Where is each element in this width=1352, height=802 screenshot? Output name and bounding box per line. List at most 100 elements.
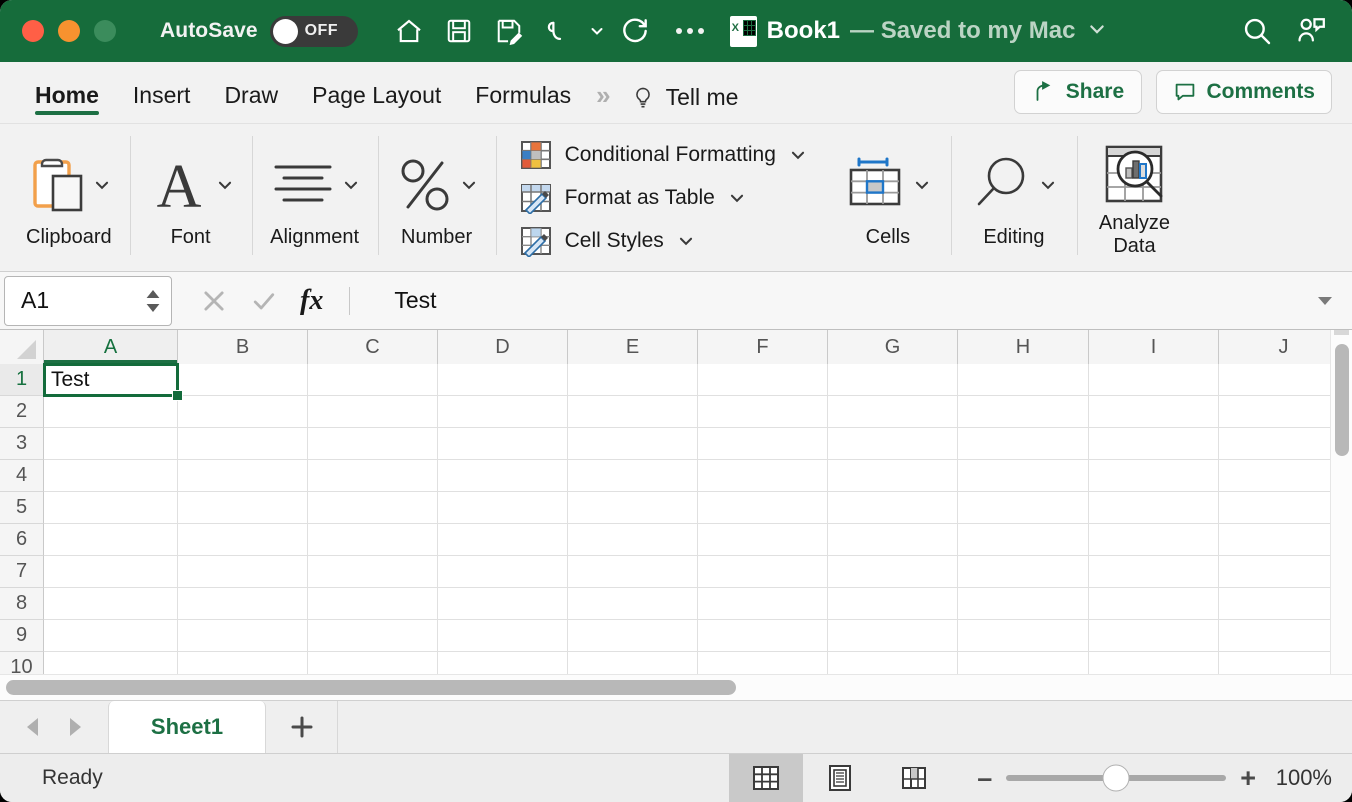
row-header-1[interactable]: 1	[0, 364, 44, 396]
cancel-x-icon[interactable]	[200, 287, 228, 315]
column-header-b[interactable]: B	[178, 330, 308, 364]
page-layout-view-button[interactable]	[803, 754, 877, 802]
cell-C8[interactable]	[308, 588, 438, 620]
cell-C5[interactable]	[308, 492, 438, 524]
cell-C10[interactable]	[308, 652, 438, 674]
cell-styles-button[interactable]: Cell Styles	[520, 224, 807, 258]
cell-D6[interactable]	[438, 524, 568, 556]
cell-I10[interactable]	[1089, 652, 1219, 674]
zoom-slider[interactable]	[1006, 775, 1226, 781]
cell-I3[interactable]	[1089, 428, 1219, 460]
cell-D4[interactable]	[438, 460, 568, 492]
cell-I4[interactable]	[1089, 460, 1219, 492]
ribbon-group-alignment[interactable]: Alignment	[252, 124, 378, 271]
search-icon[interactable]	[1234, 8, 1280, 54]
cell-I6[interactable]	[1089, 524, 1219, 556]
title-chevron-down-icon[interactable]	[1087, 19, 1107, 44]
grid-viewport[interactable]: ABCDEFGHIJ 12345678910 Test	[0, 330, 1330, 674]
tell-me-button[interactable]: Tell me	[616, 84, 749, 123]
comments-button[interactable]: Comments	[1156, 70, 1332, 114]
zoom-slider-knob[interactable]	[1103, 765, 1130, 792]
cell-H7[interactable]	[958, 556, 1089, 588]
cell-C4[interactable]	[308, 460, 438, 492]
cell-G1[interactable]	[828, 364, 958, 396]
tab-formulas[interactable]: Formulas	[458, 82, 588, 123]
cell-G6[interactable]	[828, 524, 958, 556]
cell-F3[interactable]	[698, 428, 828, 460]
column-header-a[interactable]: A	[44, 330, 178, 364]
cell-F10[interactable]	[698, 652, 828, 674]
cell-E9[interactable]	[568, 620, 698, 652]
column-header-i[interactable]: I	[1089, 330, 1219, 364]
cell-D7[interactable]	[438, 556, 568, 588]
horizontal-scrollbar-thumb[interactable]	[6, 680, 736, 695]
row-header-2[interactable]: 2	[0, 396, 44, 428]
cell-F8[interactable]	[698, 588, 828, 620]
cell-H3[interactable]	[958, 428, 1089, 460]
column-header-j[interactable]: J	[1219, 330, 1330, 364]
ribbon-group-analyze-data[interactable]: Analyze Data	[1077, 124, 1192, 271]
cell-A4[interactable]	[44, 460, 178, 492]
cell-A7[interactable]	[44, 556, 178, 588]
cell-G9[interactable]	[828, 620, 958, 652]
cell-D2[interactable]	[438, 396, 568, 428]
cell-E2[interactable]	[568, 396, 698, 428]
cell-A2[interactable]	[44, 396, 178, 428]
cell-J6[interactable]	[1219, 524, 1330, 556]
cell-B6[interactable]	[178, 524, 308, 556]
cell-A9[interactable]	[44, 620, 178, 652]
redo-icon[interactable]	[612, 8, 658, 54]
conditional-formatting-button[interactable]: Conditional Formatting	[520, 138, 807, 172]
formula-input[interactable]: Test	[372, 287, 1312, 314]
page-break-view-button[interactable]	[877, 754, 951, 802]
cell-F6[interactable]	[698, 524, 828, 556]
cell-E4[interactable]	[568, 460, 698, 492]
cell-J9[interactable]	[1219, 620, 1330, 652]
cell-B3[interactable]	[178, 428, 308, 460]
column-header-c[interactable]: C	[308, 330, 438, 364]
insert-function-icon[interactable]: fx	[300, 285, 323, 317]
cell-I5[interactable]	[1089, 492, 1219, 524]
column-header-e[interactable]: E	[568, 330, 698, 364]
tab-draw[interactable]: Draw	[207, 82, 295, 123]
name-box-stepper[interactable]	[145, 289, 161, 313]
cell-G5[interactable]	[828, 492, 958, 524]
left-arrow-icon[interactable]	[22, 715, 44, 739]
cell-D3[interactable]	[438, 428, 568, 460]
autosave-toggle[interactable]: OFF	[270, 16, 358, 47]
save-as-icon[interactable]	[486, 8, 532, 54]
zoom-in-button[interactable]: +	[1240, 765, 1256, 792]
cell-A1[interactable]: Test	[44, 364, 178, 396]
cell-B1[interactable]	[178, 364, 308, 396]
tab-insert[interactable]: Insert	[116, 82, 208, 123]
vertical-scrollbar[interactable]	[1330, 330, 1352, 674]
cell-I8[interactable]	[1089, 588, 1219, 620]
zoom-percentage-label[interactable]: 100%	[1274, 765, 1352, 791]
ribbon-group-editing[interactable]: Editing	[951, 124, 1077, 271]
cell-J3[interactable]	[1219, 428, 1330, 460]
cell-C3[interactable]	[308, 428, 438, 460]
right-arrow-icon[interactable]	[64, 715, 86, 739]
cell-F5[interactable]	[698, 492, 828, 524]
row-header-6[interactable]: 6	[0, 524, 44, 556]
ribbon-group-clipboard[interactable]: Clipboard	[0, 124, 130, 271]
cell-D5[interactable]	[438, 492, 568, 524]
cell-H2[interactable]	[958, 396, 1089, 428]
share-button[interactable]: Share	[1014, 70, 1142, 114]
cell-E6[interactable]	[568, 524, 698, 556]
cell-F1[interactable]	[698, 364, 828, 396]
cell-J1[interactable]	[1219, 364, 1330, 396]
cell-B5[interactable]	[178, 492, 308, 524]
cell-B10[interactable]	[178, 652, 308, 674]
cell-H5[interactable]	[958, 492, 1089, 524]
collaborators-icon[interactable]	[1288, 8, 1334, 54]
cell-H10[interactable]	[958, 652, 1089, 674]
horizontal-scrollbar[interactable]	[0, 674, 1352, 700]
autosave-control[interactable]: AutoSave OFF	[160, 16, 358, 47]
normal-view-button[interactable]	[729, 754, 803, 802]
cell-E1[interactable]	[568, 364, 698, 396]
formula-bar-expand-chevron-down-icon[interactable]	[1312, 290, 1352, 312]
column-header-d[interactable]: D	[438, 330, 568, 364]
close-window-button[interactable]	[22, 20, 44, 42]
cell-B2[interactable]	[178, 396, 308, 428]
